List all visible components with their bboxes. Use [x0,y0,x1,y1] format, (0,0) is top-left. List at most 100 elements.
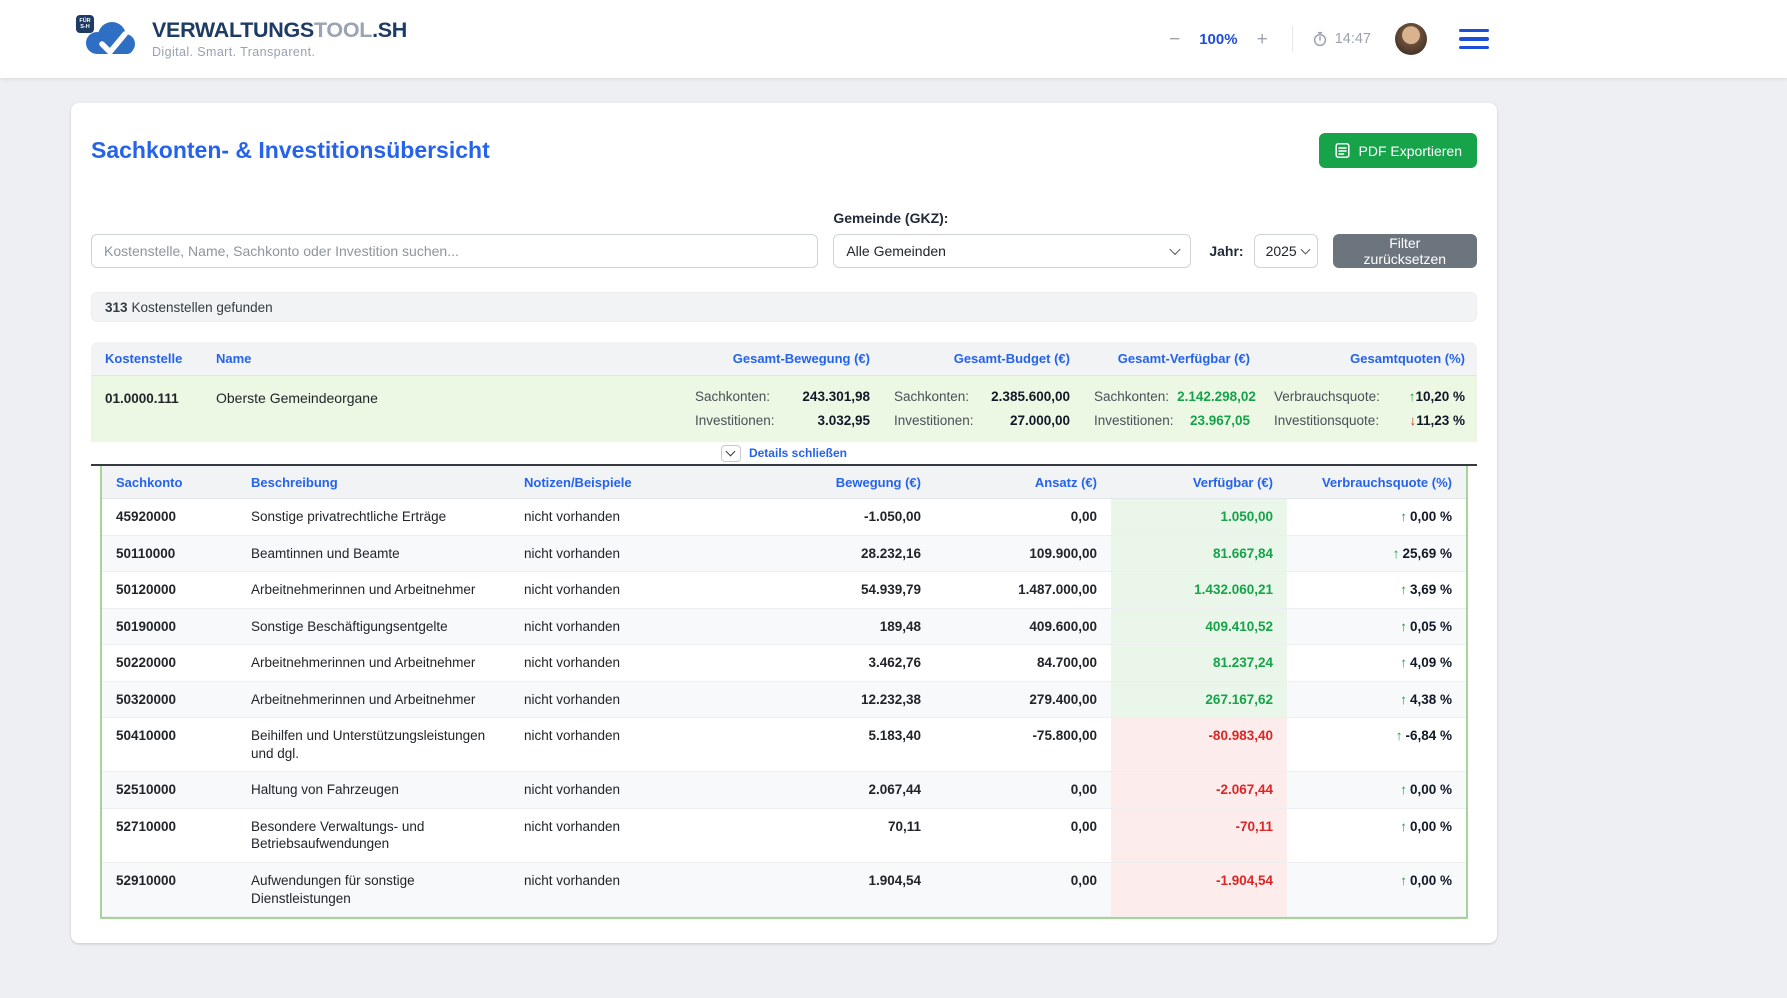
gemeinde-filter-group: Gemeinde (GKZ): Alle Gemeinden [833,210,1191,268]
notizen-cell: nicht vorhanden [510,809,760,862]
session-clock: 14:47 [1312,31,1371,47]
column-header-kostenstelle: Kostenstelle [91,351,216,366]
notizen-cell: nicht vorhanden [510,609,760,645]
search-input[interactable] [91,234,818,268]
zoom-in-button[interactable]: + [1252,28,1273,51]
sachkonto-cell: 52510000 [102,772,237,808]
beschreibung-cell: Sonstige privatrechtliche Erträge [237,499,510,535]
bewegung-cell: 2.067,44 [760,772,935,808]
sachkonto-cell: 50410000 [102,718,237,771]
table-row: 50220000 Arbeitnehmerinnen und Arbeitneh… [102,645,1466,682]
trend-arrow-icon: ↑ [1400,781,1407,799]
jahr-select[interactable]: 2025 [1254,234,1318,268]
column-header-ansatz: Ansatz (€) [935,475,1111,490]
bewegung-cell: 3.462,76 [760,645,935,681]
quote-value: -6,84 % [1405,727,1452,762]
gemeinde-selected-value: Alle Gemeinden [846,243,946,259]
header-divider [1292,26,1293,52]
pdf-icon [1334,142,1351,159]
quote-value: 25,69 % [1402,545,1452,563]
zoom-level: 100% [1199,31,1237,48]
bewegung-cell: 70,11 [760,809,935,862]
investitionen-label: Investitionen: [1094,413,1174,428]
jahr-label: Jahr: [1209,243,1243,259]
bewegung-cell: 28.232,16 [760,536,935,572]
bewegung-cell: 54.939,79 [760,572,935,608]
quote-value: 4,38 % [1410,691,1452,709]
quote-value: 0,05 % [1410,618,1452,636]
kostenstelle-name: Oberste Gemeindeorgane [216,389,683,406]
filter-reset-button[interactable]: Filter zurücksetzen [1333,234,1477,268]
result-count: 313 [105,300,128,315]
sachkonto-cell: 50110000 [102,536,237,572]
ansatz-cell: -75.800,00 [935,718,1111,771]
quote-value: 4,09 % [1410,654,1452,672]
session-time: 14:47 [1335,31,1371,47]
sachkonto-cell: 52710000 [102,809,237,862]
sachkonto-cell: 52910000 [102,863,237,916]
column-header-gesamt-bewegung: Gesamt-Bewegung (€) [683,351,882,366]
user-avatar[interactable] [1395,23,1427,55]
bewegung-investitionen-value: 3.032,95 [817,413,870,428]
gemeinde-select[interactable]: Alle Gemeinden [833,234,1191,268]
chevron-down-icon [726,447,736,457]
sachkonto-cell: 50320000 [102,682,237,718]
details-toggle-row[interactable]: Details schließen [91,442,1477,466]
quote-value: 0,00 % [1410,872,1452,907]
investitionsquote-label: Investitionsquote: [1274,413,1379,428]
table-row: 52910000 Aufwendungen für sonstige Diens… [102,863,1466,917]
app-header: FÜR S-H VERWALTUNGSTOOL.SH [0,0,1787,78]
beschreibung-cell: Beihilfen und Unterstützungsleistungen u… [237,718,510,771]
notizen-cell: nicht vorhanden [510,645,760,681]
column-header-gesamt-verfuegbar: Gesamt-Verfügbar (€) [1082,351,1262,366]
verbrauchsquote-cell: ↑ 0,00 % [1287,863,1466,916]
collapse-chevron-button[interactable] [721,445,741,462]
sachkonten-label: Sachkonten: [1094,389,1169,404]
column-header-sachkonto: Sachkonto [102,475,237,490]
column-header-verbrauchsquote: Verbrauchsquote (%) [1287,475,1466,490]
detail-table-container: Sachkonto Beschreibung Notizen/Beispiele… [100,466,1468,919]
kostenstellen-table: Kostenstelle Name Gesamt-Bewegung (€) Ge… [91,342,1477,919]
notizen-cell: nicht vorhanden [510,863,760,916]
trend-arrow-icon: ↑ [1400,818,1407,853]
main-content: Sachkonten- & Investitionsübersicht PDF … [0,78,1787,943]
header-controls: − 100% + 14:47 [1164,23,1491,55]
verfuegbar-cell: 267.167,62 [1111,682,1287,718]
verbrauchsquote-cell: ↑ 4,09 % [1287,645,1466,681]
kostenstelle-summary-row[interactable]: 01.0000.111 Oberste Gemeindeorgane Sachk… [91,376,1477,442]
sachkonten-label: Sachkonten: [695,389,770,404]
beschreibung-cell: Beamtinnen und Beamte [237,536,510,572]
investitionsquote-number: 11,23 % [1416,413,1465,428]
investitionen-label: Investitionen: [695,413,775,428]
sachkonten-label: Sachkonten: [894,389,969,404]
verfuegbar-summary-cell: Sachkonten: 2.142.298,02 Investitionen: … [1082,389,1262,428]
table-row: 50410000 Beihilfen und Unterstützungslei… [102,718,1466,772]
pdf-export-button[interactable]: PDF Exportieren [1319,133,1477,168]
verfuegbar-cell: 81.237,24 [1111,645,1287,681]
column-header-beschreibung: Beschreibung [237,475,510,490]
zoom-out-button[interactable]: − [1164,28,1185,51]
trend-arrow-icon: ↑ [1393,545,1400,563]
sachkonto-cell: 50220000 [102,645,237,681]
verbrauchsquote-value: ↑10,20 % [1409,389,1465,404]
verbrauchsquote-label: Verbrauchsquote: [1274,389,1380,404]
verbrauchsquote-cell: ↑ 0,05 % [1287,609,1466,645]
verbrauchsquote-cell: ↑ 0,00 % [1287,809,1466,862]
details-close-link[interactable]: Details schließen [749,446,847,460]
bewegung-cell: 189,48 [760,609,935,645]
table-row: 50320000 Arbeitnehmerinnen und Arbeitneh… [102,682,1466,719]
notizen-cell: nicht vorhanden [510,536,760,572]
menu-button[interactable] [1457,25,1491,54]
ansatz-cell: 279.400,00 [935,682,1111,718]
verbrauchsquote-cell: ↑ 0,00 % [1287,499,1466,535]
column-header-verfuegbar: Verfügbar (€) [1111,475,1287,490]
table-row: 50120000 Arbeitnehmerinnen und Arbeitneh… [102,572,1466,609]
ansatz-cell: 0,00 [935,499,1111,535]
ansatz-cell: 0,00 [935,809,1111,862]
table-row: 50190000 Sonstige Beschäftigungsentgelte… [102,609,1466,646]
ansatz-cell: 1.487.000,00 [935,572,1111,608]
notizen-cell: nicht vorhanden [510,682,760,718]
bewegung-cell: 12.232,38 [760,682,935,718]
app-logo: FÜR S-H VERWALTUNGSTOOL.SH [80,17,407,61]
beschreibung-cell: Haltung von Fahrzeugen [237,772,510,808]
